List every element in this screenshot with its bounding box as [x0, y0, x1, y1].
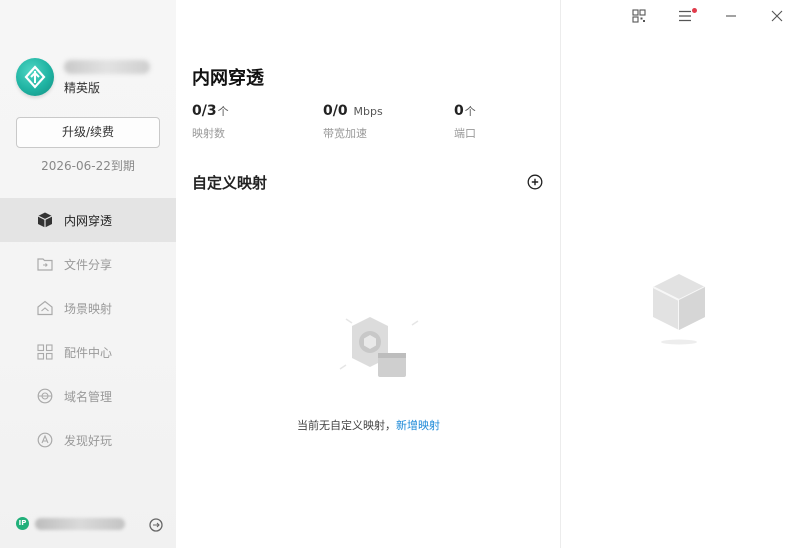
globe-icon	[36, 387, 54, 405]
sidebar-item-discover[interactable]: 发现好玩	[0, 418, 176, 462]
app-logo	[16, 58, 54, 96]
expiry-date: 2026-06-22到期	[41, 159, 135, 173]
sidebar: 精英版 升级/续费 2026-06-22到期 内网穿透 文件分享 场景映射 配件…	[0, 0, 176, 548]
folder-share-icon	[36, 255, 54, 273]
empty-state-text: 当前无自定义映射，	[297, 419, 396, 432]
stat-label: 带宽加速	[323, 127, 367, 140]
stat-unit: Mbps	[353, 105, 383, 118]
sidebar-item-domain-management[interactable]: 域名管理	[0, 374, 176, 418]
sidebar-item-label: 发现好玩	[64, 433, 113, 448]
stat-label: 端口	[454, 127, 476, 140]
empty-state-illustration	[332, 313, 422, 389]
stat-value: 0	[454, 103, 464, 119]
stat-mapping-count: 0/3个 映射数	[192, 103, 229, 141]
add-mapping-button[interactable]	[527, 174, 543, 190]
sidebar-nav: 内网穿透 文件分享 场景映射 配件中心 域名管理 发现好玩	[0, 198, 176, 462]
section-title: 自定义映射	[192, 174, 268, 192]
sidebar-item-label: 配件中心	[64, 345, 113, 360]
page-title: 内网穿透	[192, 68, 264, 89]
main-panel: 内网穿透 0/3个 映射数 0/0 Mbps 带宽加速 0个 端口 自定义映射 …	[176, 0, 561, 548]
username-redacted	[64, 60, 150, 74]
ip-badge-icon: IP	[16, 517, 29, 530]
notification-dot	[692, 8, 697, 13]
stat-value: 0/3	[192, 103, 217, 119]
hamburger-menu-icon	[679, 10, 691, 22]
grid-icon	[36, 343, 54, 361]
cube-icon	[36, 211, 54, 229]
edition-label: 精英版	[64, 81, 101, 95]
qr-code-button[interactable]	[616, 0, 662, 32]
sidebar-item-label: 内网穿透	[64, 213, 113, 228]
minimize-button[interactable]	[708, 0, 754, 32]
compass-icon	[36, 431, 54, 449]
logo-icon	[24, 65, 46, 89]
close-button[interactable]	[754, 0, 800, 32]
sidebar-item-file-share[interactable]: 文件分享	[0, 242, 176, 286]
qr-code-icon	[632, 9, 646, 23]
ip-address-redacted	[35, 517, 125, 530]
network-settings-icon[interactable]	[148, 517, 164, 533]
stat-label: 映射数	[192, 127, 225, 140]
sidebar-item-label: 域名管理	[64, 389, 113, 404]
home-map-icon	[36, 299, 54, 317]
plus-circle-icon	[527, 174, 543, 190]
ip-address: IP	[16, 517, 125, 530]
stat-bandwidth: 0/0 Mbps 带宽加速	[323, 103, 383, 141]
window-controls	[616, 0, 800, 32]
detail-panel	[561, 0, 800, 548]
sidebar-item-intranet-penetration[interactable]: 内网穿透	[0, 198, 176, 242]
menu-button[interactable]	[662, 0, 708, 32]
stat-unit: 个	[464, 105, 476, 118]
stat-ports: 0个 端口	[454, 103, 476, 141]
sidebar-item-scene-mapping[interactable]: 场景映射	[0, 286, 176, 330]
upgrade-button[interactable]: 升级/续费	[16, 117, 160, 148]
sidebar-item-label: 场景映射	[64, 301, 113, 316]
close-icon	[771, 10, 783, 22]
empty-state-message: 当前无自定义映射，新增映射	[176, 417, 561, 433]
add-mapping-link[interactable]: 新增映射	[396, 419, 440, 432]
cube-placeholder-icon	[649, 270, 709, 352]
sidebar-item-label: 文件分享	[64, 257, 113, 272]
minimize-icon	[726, 15, 736, 17]
stat-unit: 个	[217, 105, 229, 118]
sidebar-item-accessory-center[interactable]: 配件中心	[0, 330, 176, 374]
stat-value: 0/0	[323, 103, 348, 119]
